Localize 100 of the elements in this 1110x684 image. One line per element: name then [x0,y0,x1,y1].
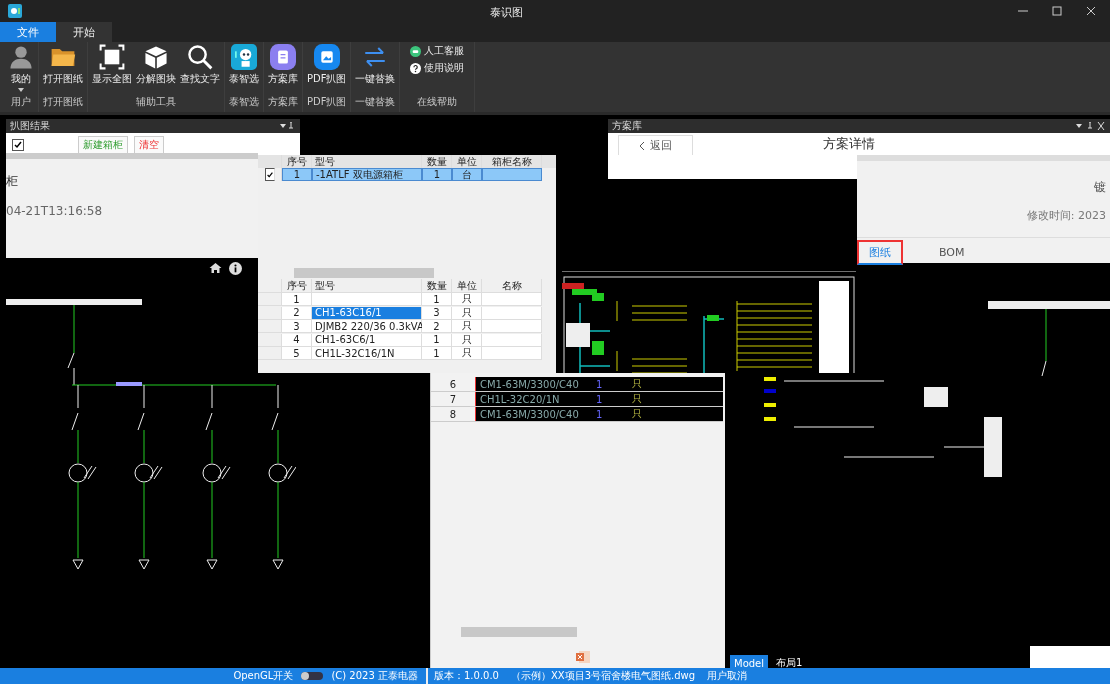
layout-tab[interactable]: Model [730,655,769,668]
modified-time: 修改时间: 2023 [1026,208,1106,223]
group-label: 在线帮助 [417,95,458,109]
table-cell: 7 [431,392,475,406]
table-cell: 8 [431,407,475,421]
detail-tab[interactable]: BOM [927,240,977,265]
cabinet-name: 柜 [6,173,19,190]
checkbox[interactable] [12,139,24,151]
scheme-name: 镀 [1094,179,1106,196]
opengl-label: OpenGL开关 [233,669,294,683]
table-row[interactable]: 1 -1ATLF 双电源箱柜 1 台 [258,168,556,181]
table-cell [482,320,542,334]
table-cell: 4 [282,333,312,347]
user-icon [8,44,34,70]
table-cell: 只 [452,347,482,361]
panel-controls-icon[interactable] [1076,122,1106,130]
table-cell-text: 只 [632,377,643,391]
table-cell: 2 [282,306,312,320]
table-cell: CM1-63M/3300/C40 [475,407,596,421]
panel-title: 方案库 [612,119,642,133]
group-label: 用户 [11,95,31,109]
group-label: PDF扒图 [307,95,347,109]
group-label: 泰智选 [229,95,259,109]
table-cell-text: 只 [632,392,643,406]
group-label: 辅助工具 [136,95,176,109]
version-text: 版本：1.0.0.0 [434,669,499,683]
table-cell: 只 [452,320,482,334]
pin-icon[interactable] [280,122,296,130]
panel-button[interactable]: 清空 [134,136,164,154]
ribbon-button[interactable]: 一键替换 [353,42,398,95]
ribbon-button[interactable]: 分解图块 [134,42,178,95]
table-cell-text: 只 [632,407,643,421]
help-link[interactable]: 使用说明 [410,61,465,75]
table-cell-text: 1 [596,377,604,391]
table-cell: CM1-63M/3300/C40 [475,377,596,391]
spreadsheet-icon[interactable] [576,651,590,663]
table-cell: 只 [452,333,482,347]
table-cell [482,306,542,320]
group-label: 一键替换 [355,95,396,109]
ribbon-button[interactable]: 我的 [6,42,36,95]
group-label: 打开图纸 [43,95,83,109]
timestamp: 04-21T13:16:58 [6,204,104,218]
ribbon-button[interactable]: PDF扒图 [305,42,349,95]
table-cell: 3 [282,320,312,334]
ribbon-button[interactable]: 显示全图 [90,42,134,95]
maximize-icon[interactable] [1052,6,1062,16]
table-cell: 1 [422,347,452,361]
layout-tab[interactable]: 布局1 [772,655,807,668]
ribbon-button[interactable]: 泰智选 [227,42,261,95]
copyright-text: (C) 2023 正泰电器 [331,669,418,683]
table-cell-text: 1 [596,392,604,406]
group-label: 方案库 [268,95,298,109]
checkbox[interactable] [264,168,275,181]
table-cell [482,347,542,361]
ribbon-button[interactable]: 方案库 [266,42,300,95]
document-icon [270,44,296,70]
table-cell[interactable]: CH1-63C6/1 [312,333,422,347]
file-name: （示例）XX项目3号宿舍楼电气图纸.dwg [511,669,696,683]
table-cell: 2 [422,320,452,334]
table-cell[interactable]: CH1-63C16/1 [312,306,422,320]
table-cell: 5 [282,347,312,361]
home-icon[interactable] [209,262,222,274]
search-icon [187,44,213,70]
status-message: 用户取消 [707,669,748,683]
table-cell: CH1L-32C20/1N [475,392,596,406]
table-cell: 1 [422,293,452,307]
panel-title: 扒图结果 [10,119,50,133]
page-heading: 方案详情 [823,135,875,153]
table-cell [482,293,542,307]
table-cell: 只 [452,293,482,307]
table-cell [482,333,542,347]
image-icon [313,44,340,70]
ribbon-button[interactable]: 查找文字 [178,42,222,95]
ribbon-tab[interactable]: 文件 [0,22,56,42]
table-cell-text: 1 [596,407,604,421]
table-cell: 只 [452,306,482,320]
chevron-left-icon [639,140,645,151]
back-button[interactable]: 返回 [618,135,693,155]
opengl-toggle[interactable] [301,672,324,680]
detail-tab[interactable]: 图纸 [857,240,903,265]
panel-button[interactable]: 新建箱柜 [78,136,128,154]
caret-icon[interactable] [18,88,24,92]
help-icon [410,62,422,74]
window-title: 泰识图 [490,5,523,20]
table-cell: 3 [422,306,452,320]
table-cell: 1 [282,293,312,307]
app-logo-icon [8,4,22,18]
table-cell: 6 [431,377,475,391]
table-cell[interactable] [312,293,422,307]
frame-icon [99,44,125,70]
table-cell[interactable]: CH1L-32C16/1N [312,347,422,361]
chat-icon [410,45,422,57]
close-icon[interactable] [1086,6,1096,16]
robot-icon [231,44,257,70]
info-icon[interactable] [229,262,242,275]
help-link[interactable]: 人工客服 [410,44,465,58]
ribbon-tab[interactable]: 开始 [56,22,112,42]
cube-icon [143,44,169,70]
table-cell: 1 [422,333,452,347]
ribbon-button[interactable]: 打开图纸 [41,42,85,95]
